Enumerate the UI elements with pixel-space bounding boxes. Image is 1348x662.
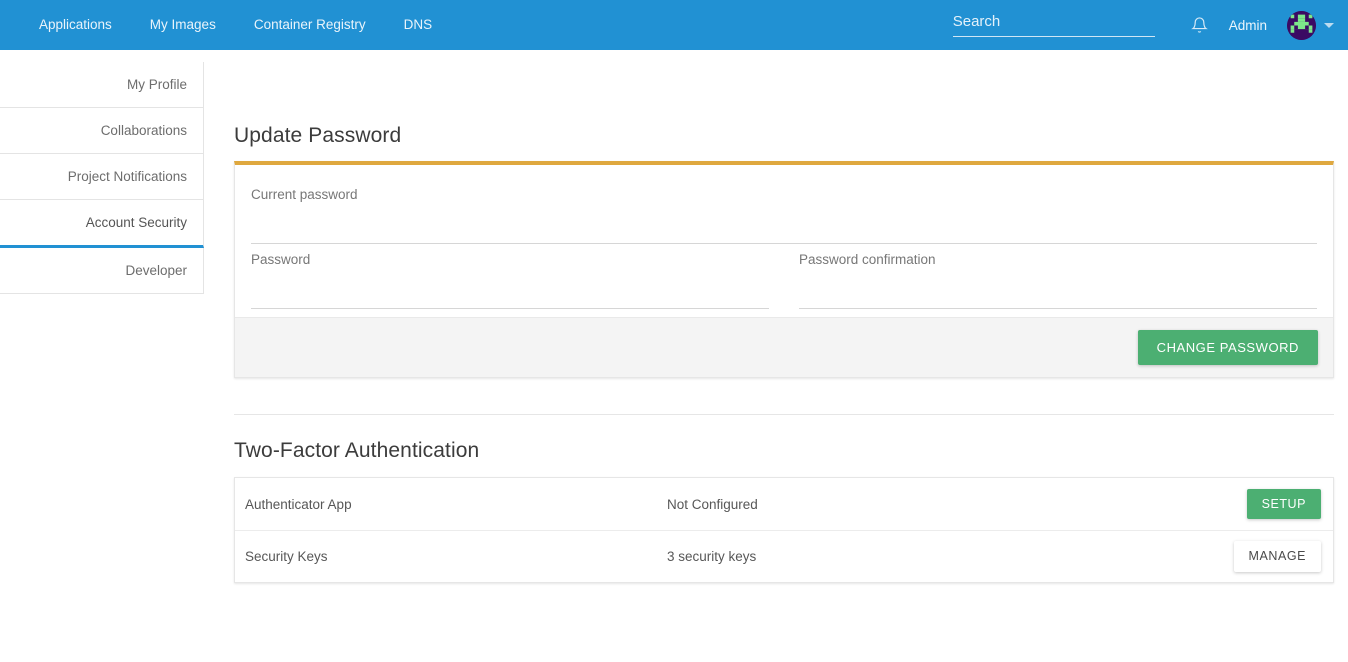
two-factor-title: Two-Factor Authentication xyxy=(234,439,480,462)
search-field-wrapper xyxy=(952,13,1155,37)
sidebar-item-collaborations[interactable]: Collaborations xyxy=(0,108,204,154)
update-password-card: Current password Password Password confi… xyxy=(234,161,1334,378)
two-factor-status-text: Not Configured xyxy=(667,496,758,512)
user-menu-label[interactable]: Admin xyxy=(1229,18,1267,33)
current-password-label: Current password xyxy=(251,187,358,202)
two-factor-table: Authenticator App Not Configured SETUP S… xyxy=(234,477,1334,583)
password-confirmation-field: Password confirmation xyxy=(798,244,1318,309)
top-navigation-bar: Applications My Images Container Registr… xyxy=(0,0,1348,50)
sidebar-item-label: My Profile xyxy=(126,77,187,92)
top-bar-right-cluster: Admin xyxy=(952,0,1348,50)
table-row: Security Keys 3 security keys MANAGE xyxy=(235,530,1333,582)
two-factor-method-name: Authenticator App xyxy=(245,496,352,512)
identicon-avatar-icon xyxy=(1287,10,1316,40)
chevron-down-icon xyxy=(1324,22,1334,28)
primary-nav: Applications My Images Container Registr… xyxy=(20,0,451,50)
two-factor-action-cell: MANAGE xyxy=(1233,541,1321,572)
manage-security-keys-button[interactable]: MANAGE xyxy=(1233,541,1321,572)
sidebar-item-account-security[interactable]: Account Security xyxy=(0,200,204,248)
current-password-input[interactable] xyxy=(251,206,1317,244)
setup-authenticator-button[interactable]: SETUP xyxy=(1246,488,1321,520)
settings-sidebar: My Profile Collaborations Project Notifi… xyxy=(0,50,204,294)
sidebar-item-project-notifications[interactable]: Project Notifications xyxy=(0,154,204,200)
current-password-field: Current password xyxy=(250,179,1318,244)
two-factor-method-name: Security Keys xyxy=(245,549,328,564)
current-password-row: Current password xyxy=(250,179,1318,244)
password-label: Password xyxy=(251,252,311,267)
sidebar-item-label: Account Security xyxy=(85,215,187,230)
sidebar-item-developer[interactable]: Developer xyxy=(0,248,204,294)
notifications-bell-button[interactable] xyxy=(1183,8,1217,42)
two-factor-action-cell: SETUP xyxy=(1246,488,1321,520)
new-password-row: Password Password confirmation xyxy=(250,244,1318,309)
nav-item-dns[interactable]: DNS xyxy=(385,0,452,50)
nav-item-container-registry[interactable]: Container Registry xyxy=(235,0,385,50)
page-title: Update Password xyxy=(234,124,402,147)
update-password-form: Current password Password Password confi… xyxy=(235,165,1333,317)
main-content: Update Password Current password Passwor… xyxy=(204,50,1348,583)
page-body: My Profile Collaborations Project Notifi… xyxy=(0,50,1348,583)
change-password-button[interactable]: CHANGE PASSWORD xyxy=(1137,330,1318,365)
bell-icon xyxy=(1191,17,1209,33)
sidebar-item-my-profile[interactable]: My Profile xyxy=(0,62,204,108)
nav-item-my-images[interactable]: My Images xyxy=(131,0,235,50)
user-avatar-menu[interactable] xyxy=(1287,10,1334,40)
password-confirmation-input[interactable] xyxy=(799,271,1317,309)
sidebar-item-label: Collaborations xyxy=(100,123,187,138)
table-row: Authenticator App Not Configured SETUP xyxy=(235,478,1333,530)
update-password-card-footer: CHANGE PASSWORD xyxy=(235,317,1333,377)
nav-item-applications[interactable]: Applications xyxy=(20,0,131,50)
sidebar-item-label: Project Notifications xyxy=(67,169,187,184)
search-input[interactable] xyxy=(952,13,1155,37)
password-input[interactable] xyxy=(251,271,769,309)
two-factor-status-text: 3 security keys xyxy=(667,549,757,564)
password-confirmation-label: Password confirmation xyxy=(799,252,936,267)
sidebar-item-label: Developer xyxy=(125,263,187,278)
password-field: Password xyxy=(250,244,770,309)
